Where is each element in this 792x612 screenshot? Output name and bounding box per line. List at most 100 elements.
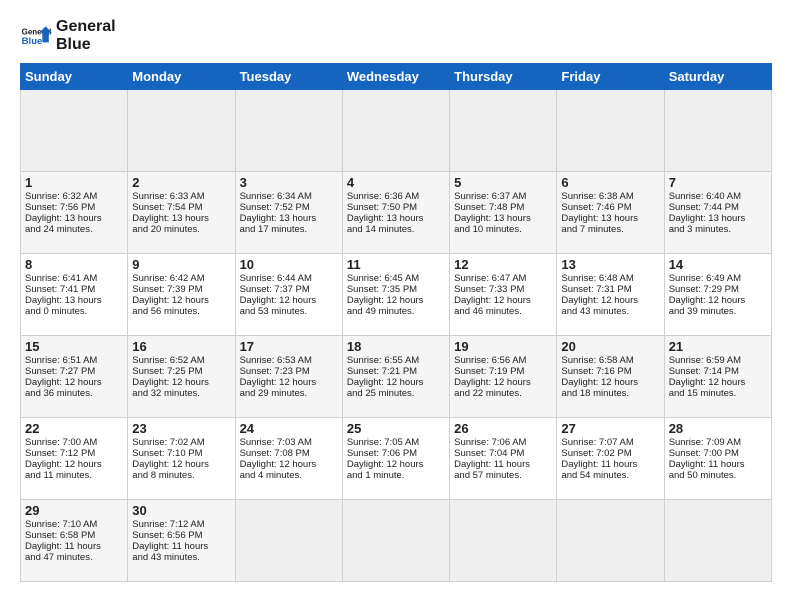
- day-number: 26: [454, 421, 552, 436]
- calendar-cell: 20Sunrise: 6:58 AMSunset: 7:16 PMDayligh…: [557, 336, 664, 418]
- day-info: Sunset: 7:25 PM: [132, 366, 230, 377]
- calendar-cell: 27Sunrise: 7:07 AMSunset: 7:02 PMDayligh…: [557, 418, 664, 500]
- calendar-cell: 6Sunrise: 6:38 AMSunset: 7:46 PMDaylight…: [557, 172, 664, 254]
- day-info: and 53 minutes.: [240, 306, 338, 317]
- calendar-cell: 24Sunrise: 7:03 AMSunset: 7:08 PMDayligh…: [235, 418, 342, 500]
- day-info: Daylight: 12 hours: [347, 459, 445, 470]
- day-info: Sunset: 7:41 PM: [25, 284, 123, 295]
- day-info: Daylight: 11 hours: [25, 541, 123, 552]
- day-info: Sunrise: 7:03 AM: [240, 437, 338, 448]
- calendar-week-2: 8Sunrise: 6:41 AMSunset: 7:41 PMDaylight…: [21, 254, 772, 336]
- day-info: Sunrise: 6:49 AM: [669, 273, 767, 284]
- day-info: Daylight: 11 hours: [669, 459, 767, 470]
- day-info: and 39 minutes.: [669, 306, 767, 317]
- calendar-cell: 21Sunrise: 6:59 AMSunset: 7:14 PMDayligh…: [664, 336, 771, 418]
- day-header-monday: Monday: [128, 64, 235, 90]
- day-info: Sunrise: 6:42 AM: [132, 273, 230, 284]
- svg-text:Blue: Blue: [22, 36, 43, 47]
- calendar-cell: 1Sunrise: 6:32 AMSunset: 7:56 PMDaylight…: [21, 172, 128, 254]
- day-info: Sunrise: 6:40 AM: [669, 191, 767, 202]
- calendar-cell: 7Sunrise: 6:40 AMSunset: 7:44 PMDaylight…: [664, 172, 771, 254]
- calendar-cell: [450, 500, 557, 582]
- calendar-cell: [235, 90, 342, 172]
- day-info: and 17 minutes.: [240, 224, 338, 235]
- day-info: Sunrise: 6:51 AM: [25, 355, 123, 366]
- day-info: Sunset: 7:31 PM: [561, 284, 659, 295]
- calendar-cell: 12Sunrise: 6:47 AMSunset: 7:33 PMDayligh…: [450, 254, 557, 336]
- day-info: Daylight: 12 hours: [669, 377, 767, 388]
- day-info: and 43 minutes.: [561, 306, 659, 317]
- logo-icon: General Blue: [20, 20, 52, 52]
- day-info: Daylight: 13 hours: [347, 213, 445, 224]
- day-header-thursday: Thursday: [450, 64, 557, 90]
- day-number: 4: [347, 175, 445, 190]
- day-number: 27: [561, 421, 659, 436]
- day-info: and 7 minutes.: [561, 224, 659, 235]
- day-number: 29: [25, 503, 123, 518]
- calendar-cell: 23Sunrise: 7:02 AMSunset: 7:10 PMDayligh…: [128, 418, 235, 500]
- day-number: 21: [669, 339, 767, 354]
- day-info: Daylight: 12 hours: [132, 295, 230, 306]
- calendar-cell: [664, 90, 771, 172]
- day-info: Daylight: 12 hours: [132, 459, 230, 470]
- day-info: Daylight: 12 hours: [454, 377, 552, 388]
- calendar-cell: 15Sunrise: 6:51 AMSunset: 7:27 PMDayligh…: [21, 336, 128, 418]
- day-number: 12: [454, 257, 552, 272]
- calendar-table: SundayMondayTuesdayWednesdayThursdayFrid…: [20, 63, 772, 582]
- day-info: and 43 minutes.: [132, 552, 230, 563]
- day-number: 19: [454, 339, 552, 354]
- day-info: Sunrise: 7:02 AM: [132, 437, 230, 448]
- day-header-saturday: Saturday: [664, 64, 771, 90]
- calendar-cell: 28Sunrise: 7:09 AMSunset: 7:00 PMDayligh…: [664, 418, 771, 500]
- logo: General Blue General Blue: [20, 18, 116, 53]
- day-info: Sunrise: 7:06 AM: [454, 437, 552, 448]
- calendar-cell: 22Sunrise: 7:00 AMSunset: 7:12 PMDayligh…: [21, 418, 128, 500]
- day-info: Daylight: 13 hours: [25, 295, 123, 306]
- day-info: Sunset: 7:16 PM: [561, 366, 659, 377]
- day-info: Sunset: 7:48 PM: [454, 202, 552, 213]
- day-info: and 29 minutes.: [240, 388, 338, 399]
- calendar-cell: 18Sunrise: 6:55 AMSunset: 7:21 PMDayligh…: [342, 336, 449, 418]
- day-number: 5: [454, 175, 552, 190]
- day-info: Daylight: 11 hours: [454, 459, 552, 470]
- day-info: and 20 minutes.: [132, 224, 230, 235]
- day-number: 6: [561, 175, 659, 190]
- day-info: Sunset: 7:14 PM: [669, 366, 767, 377]
- calendar-cell: [664, 500, 771, 582]
- logo-blue: Blue: [56, 36, 116, 54]
- day-number: 17: [240, 339, 338, 354]
- day-info: Daylight: 13 hours: [240, 213, 338, 224]
- day-info: Daylight: 13 hours: [561, 213, 659, 224]
- day-info: Sunset: 7:33 PM: [454, 284, 552, 295]
- day-info: Sunrise: 7:09 AM: [669, 437, 767, 448]
- day-info: Daylight: 13 hours: [132, 213, 230, 224]
- day-info: and 32 minutes.: [132, 388, 230, 399]
- calendar-cell: [342, 90, 449, 172]
- calendar-week-1: 1Sunrise: 6:32 AMSunset: 7:56 PMDaylight…: [21, 172, 772, 254]
- calendar-cell: 30Sunrise: 7:12 AMSunset: 6:56 PMDayligh…: [128, 500, 235, 582]
- day-header-sunday: Sunday: [21, 64, 128, 90]
- day-info: Sunrise: 7:07 AM: [561, 437, 659, 448]
- calendar-cell: 29Sunrise: 7:10 AMSunset: 6:58 PMDayligh…: [21, 500, 128, 582]
- day-info: Daylight: 13 hours: [669, 213, 767, 224]
- day-info: and 50 minutes.: [669, 470, 767, 481]
- day-info: Sunset: 6:56 PM: [132, 530, 230, 541]
- calendar-cell: [235, 500, 342, 582]
- day-info: Sunset: 7:12 PM: [25, 448, 123, 459]
- calendar-week-4: 22Sunrise: 7:00 AMSunset: 7:12 PMDayligh…: [21, 418, 772, 500]
- calendar-cell: 17Sunrise: 6:53 AMSunset: 7:23 PMDayligh…: [235, 336, 342, 418]
- calendar-cell: [557, 500, 664, 582]
- day-info: Sunrise: 6:34 AM: [240, 191, 338, 202]
- day-info: and 0 minutes.: [25, 306, 123, 317]
- day-info: Sunset: 7:56 PM: [25, 202, 123, 213]
- day-info: Sunrise: 6:32 AM: [25, 191, 123, 202]
- calendar-cell: 25Sunrise: 7:05 AMSunset: 7:06 PMDayligh…: [342, 418, 449, 500]
- day-info: Sunset: 7:27 PM: [25, 366, 123, 377]
- day-info: Daylight: 12 hours: [25, 459, 123, 470]
- day-info: Sunrise: 7:00 AM: [25, 437, 123, 448]
- calendar-cell: [557, 90, 664, 172]
- day-info: Sunset: 7:44 PM: [669, 202, 767, 213]
- day-info: Sunset: 7:35 PM: [347, 284, 445, 295]
- day-number: 14: [669, 257, 767, 272]
- calendar-cell: 4Sunrise: 6:36 AMSunset: 7:50 PMDaylight…: [342, 172, 449, 254]
